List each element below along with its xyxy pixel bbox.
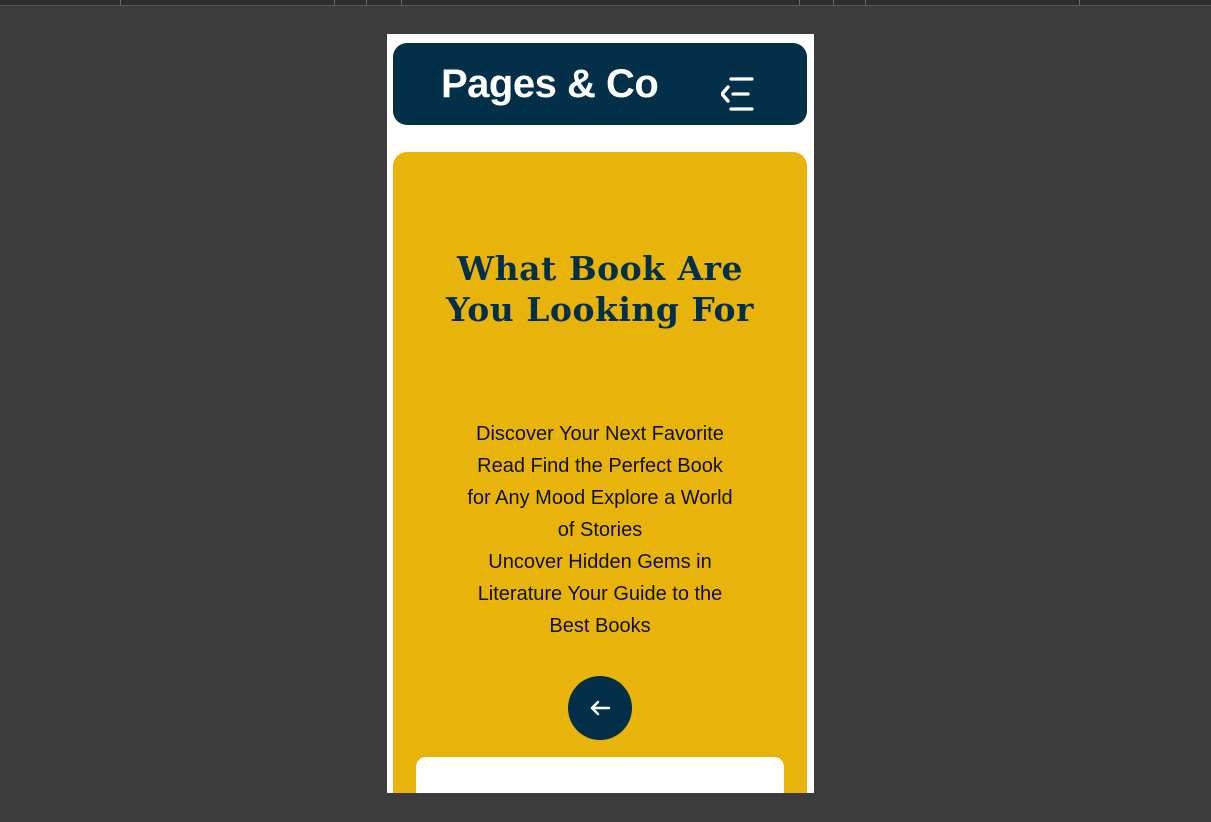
ruler-tick (401, 0, 402, 5)
ruler-tick (334, 0, 335, 5)
hero-description-line: Discover Your Next Favorite Read Find th… (467, 423, 733, 541)
ruler-tick (120, 0, 121, 5)
hero-section: What Book Are You Looking For Discover Y… (393, 152, 807, 793)
devtools-ruler (0, 0, 1211, 6)
ruler-tick (1079, 0, 1080, 5)
menu-collapse-icon (720, 77, 754, 111)
mobile-viewport: Pages & Co What Book Are You Looking For… (387, 34, 814, 793)
ruler-tick (833, 0, 834, 5)
arrow-left-icon (590, 700, 611, 716)
ruler-tick (865, 0, 866, 5)
menu-button[interactable] (720, 77, 755, 111)
hero-description: Discover Your Next Favorite Read Find th… (465, 418, 735, 642)
ruler-tick (799, 0, 800, 5)
hero-title: What Book Are You Looking For (446, 249, 754, 329)
content-card (416, 757, 784, 793)
brand-logo[interactable]: Pages & Co (441, 61, 659, 107)
hero-description-line: Uncover Hidden Gems in Literature Your G… (477, 551, 723, 637)
ruler-tick (366, 0, 367, 5)
back-arrow-button[interactable] (568, 676, 632, 740)
navbar: Pages & Co (393, 43, 807, 125)
